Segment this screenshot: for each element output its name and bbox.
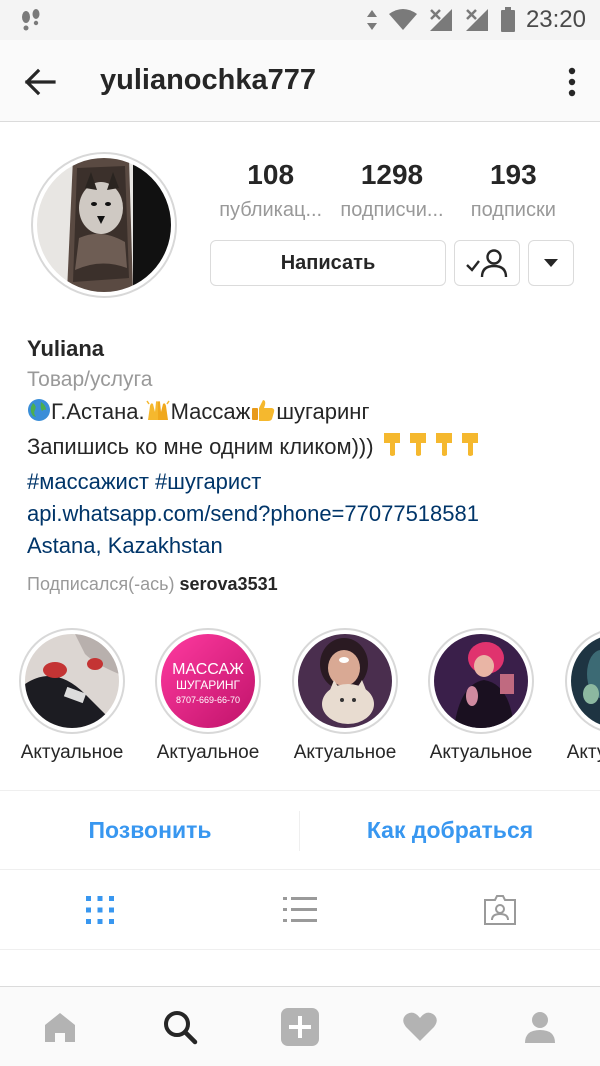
bio-hashtags[interactable]: #массажист #шугарист [27,466,587,498]
heart-icon [403,1012,437,1041]
promo-phone: 8707-669-66-70 [176,695,240,705]
profile-tabs [0,870,600,950]
followed-by-prefix: Подписался(-ась) [27,574,175,594]
profile-avatar[interactable] [31,152,177,298]
search-icon [164,1010,198,1044]
list-icon [283,896,317,922]
signal-icon [465,9,488,31]
profile-stats: 108 публикац... 1298 подписчи... 193 под… [210,158,574,228]
nav-search[interactable] [120,987,240,1066]
caret-down-icon [544,259,558,267]
following-label: подписки [470,199,556,221]
business-category: Товар/услуга [27,368,153,391]
highlight-label: Актуальное [293,742,397,763]
profile-bio: Yuliana Товар/услуга Г.Астана. Массаж шу… [27,334,587,598]
add-icon [281,1007,319,1046]
website-link[interactable]: api.whatsapp.com/send?phone=77077518581 [27,498,587,530]
following-button[interactable] [454,240,520,286]
tab-list[interactable] [200,870,400,949]
bio-line-1-part3: шугаринг [276,399,370,424]
arrow-left-icon [24,68,56,96]
header-username: yulianochka777 [100,64,316,96]
highlight-cover [571,634,600,728]
nav-profile[interactable] [480,987,600,1066]
suggestions-dropdown-button[interactable] [528,240,574,286]
profile-icon [525,1011,555,1043]
bottom-navigation [0,986,600,1066]
nav-activity[interactable] [360,987,480,1066]
status-icons: 23:20 [366,6,586,34]
followers-label: подписчи... [340,199,444,221]
posts-label: публикац... [219,199,323,221]
highlight-cover [434,634,528,728]
highlight-item[interactable]: МАССАЖ ШУГАРИНГ 8707-669-66-70 Актуально… [139,628,277,764]
battery-icon [500,7,515,32]
globe-emoji-icon [27,398,51,431]
highlight-label: Актуальное [429,742,533,763]
posts-count: 108 [247,159,295,190]
highlight-cover [25,634,119,728]
followed-by[interactable]: Подписался(-ась) serova3531 [27,570,587,598]
following-check-user-icon [466,249,508,278]
bio-line-2: Запишись ко мне одним кликом))) [27,431,587,466]
bio-line-2-text: Запишись ко мне одним кликом))) [27,434,374,459]
highlight-cover [298,634,392,728]
stat-posts[interactable]: 108 публикац... [210,158,331,228]
thumbs-up-emoji-icon [250,398,276,431]
followers-count: 1298 [360,159,424,190]
highlight-item[interactable]: Актуальное [276,628,414,764]
status-time: 23:20 [525,6,586,33]
highlight-label: Актуальное [566,742,600,763]
highlight-cover-ring [428,628,534,734]
avatar [37,158,171,292]
call-button[interactable]: Позвонить [0,791,300,869]
data-arrows-icon [366,10,377,30]
stat-followers[interactable]: 1298 подписчи... [331,158,452,228]
following-count: 193 [489,159,537,190]
home-icon [45,1012,75,1042]
nav-home[interactable] [0,987,120,1066]
full-name: Yuliana [27,336,105,361]
status-bar: 23:20 [0,0,600,40]
directions-button[interactable]: Как добраться [300,791,600,869]
grid-icon [86,895,114,924]
tab-grid[interactable] [0,870,200,949]
more-options-button[interactable] [560,62,584,102]
signal-no-sim-icon [429,9,452,31]
highlight-label: Актуальное [20,742,124,763]
contact-actions: Позвонить Как добраться [0,790,600,870]
highlight-item[interactable]: Актуальное [3,628,141,764]
followed-by-user: serova3531 [179,574,278,594]
more-vertical-icon [568,67,576,97]
story-highlights: Актуальное МАССАЖ ШУГАРИНГ 8707-669-66-7… [0,628,600,768]
highlight-cover-ring [565,628,600,734]
highlight-cover: МАССАЖ ШУГАРИНГ 8707-669-66-70 [161,634,255,728]
point-down-emoji-icon [380,431,484,466]
profile-header: yulianochka777 [0,40,600,122]
nav-add[interactable] [240,987,360,1066]
back-button[interactable] [20,62,60,102]
highlight-item[interactable]: Актуальное [549,628,600,764]
tab-tagged[interactable] [400,870,600,949]
bio-line-1-part1: Г.Астана. [51,399,145,424]
highlight-label: Актуальное [156,742,260,763]
promo-title: МАССАЖ [172,661,244,678]
tagged-icon [484,894,516,925]
highlight-cover-ring [19,628,125,734]
raised-hands-emoji-icon [145,398,171,431]
promo-subtitle: ШУГАРИНГ [176,678,241,692]
message-button[interactable]: Написать [210,240,446,286]
location-link[interactable]: Astana, Kazakhstan [27,530,587,562]
action-divider [299,811,300,851]
highlight-cover-ring [292,628,398,734]
stat-following[interactable]: 193 подписки [453,158,574,228]
bio-line-1-part2: Массаж [170,399,251,424]
highlight-cover-ring: МАССАЖ ШУГАРИНГ 8707-669-66-70 [155,628,261,734]
wifi-icon [388,9,417,30]
footprints-icon [18,8,44,39]
highlight-item[interactable]: Актуальное [412,628,550,764]
bio-line-1: Г.Астана. Массаж шугаринг [27,396,587,431]
